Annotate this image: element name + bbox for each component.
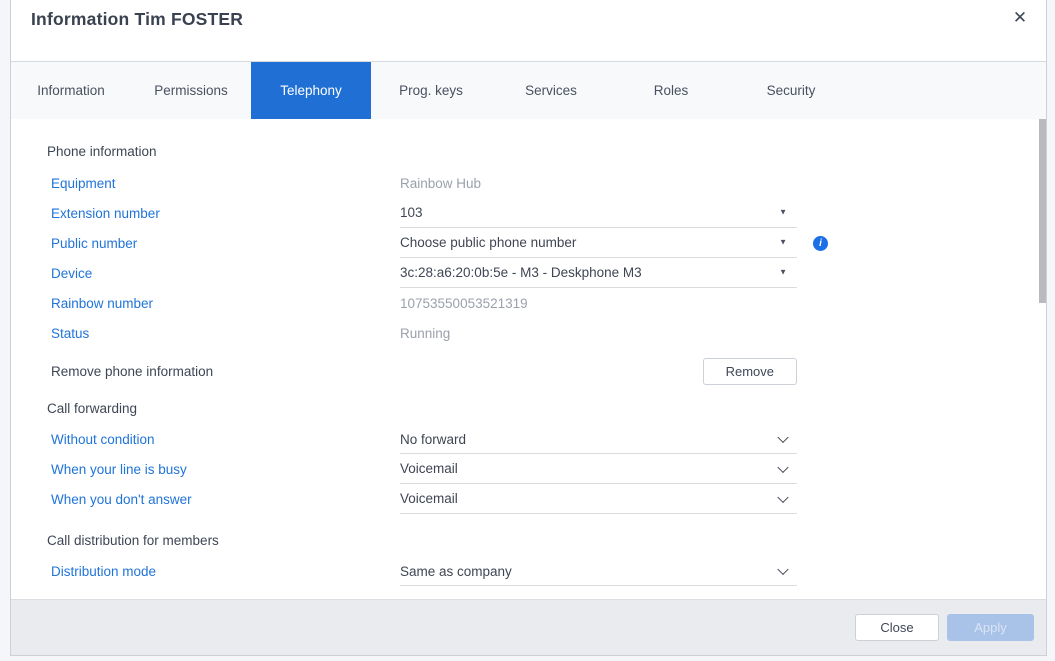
line-busy-select[interactable]: Voicemail: [400, 454, 797, 484]
distribution-mode-value: Same as company: [400, 564, 512, 579]
extension-number-row: Extension number 103 ▼: [47, 198, 1046, 228]
without-condition-select[interactable]: No forward: [400, 425, 797, 454]
distribution-mode-select[interactable]: Same as company: [400, 557, 797, 586]
telephony-panel: Phone information Equipment Rainbow Hub …: [11, 119, 1046, 599]
public-number-label: Public number: [47, 236, 400, 251]
rainbow-number-value: 10753550053521319: [400, 288, 797, 318]
no-answer-row: When you don't answer Voicemail: [47, 484, 1046, 514]
apply-button[interactable]: Apply: [947, 614, 1034, 641]
chevron-down-icon: [777, 432, 788, 443]
dropdown-triangle-icon: ▼: [779, 268, 787, 276]
chevron-down-icon: [777, 461, 788, 472]
equipment-label: Equipment: [47, 176, 400, 191]
dropdown-triangle-icon: ▼: [779, 208, 787, 216]
equipment-value: Rainbow Hub: [400, 168, 797, 198]
close-button[interactable]: Close: [855, 614, 939, 641]
no-answer-value: Voicemail: [400, 491, 458, 506]
section-title-phone-information: Phone information: [47, 144, 1046, 159]
tab-telephony[interactable]: Telephony: [251, 62, 371, 119]
rainbow-number-label: Rainbow number: [47, 296, 400, 311]
line-busy-label: When your line is busy: [47, 462, 400, 477]
user-information-modal: Information Tim FOSTER ✕ Information Per…: [10, 0, 1047, 656]
remove-button[interactable]: Remove: [703, 358, 797, 385]
tab-permissions[interactable]: Permissions: [131, 62, 251, 119]
tab-information[interactable]: Information: [11, 62, 131, 119]
line-busy-value: Voicemail: [400, 461, 458, 476]
no-answer-select[interactable]: Voicemail: [400, 484, 797, 514]
info-icon[interactable]: i: [813, 236, 828, 251]
distribution-mode-row: Distribution mode Same as company: [47, 557, 1046, 586]
device-label: Device: [47, 266, 400, 281]
remove-button-cell: Remove: [400, 355, 797, 387]
tab-roles[interactable]: Roles: [611, 62, 731, 119]
extension-number-select[interactable]: 103 ▼: [400, 198, 797, 228]
status-label: Status: [47, 326, 400, 341]
tab-services[interactable]: Services: [491, 62, 611, 119]
public-number-value: Choose public phone number: [400, 235, 576, 250]
status-value: Running: [400, 318, 797, 348]
extension-number-label: Extension number: [47, 206, 400, 221]
device-value: 3c:28:a6:20:0b:5e - M3 - Deskphone M3: [400, 265, 642, 280]
distribution-mode-label: Distribution mode: [47, 564, 400, 579]
section-title-call-distribution: Call distribution for members: [47, 533, 1046, 548]
close-icon[interactable]: ✕: [1009, 7, 1031, 29]
chevron-down-icon: [777, 564, 788, 575]
equipment-row: Equipment Rainbow Hub: [47, 168, 1046, 198]
modal-footer: Close Apply: [11, 599, 1046, 655]
device-select[interactable]: 3c:28:a6:20:0b:5e - M3 - Deskphone M3 ▼: [400, 258, 797, 288]
tab-bar: Information Permissions Telephony Prog. …: [11, 61, 1046, 119]
without-condition-row: Without condition No forward: [47, 425, 1046, 454]
extension-number-value: 103: [400, 205, 423, 220]
chevron-down-icon: [777, 491, 788, 502]
rainbow-number-row: Rainbow number 10753550053521319: [47, 288, 1046, 318]
without-condition-value: No forward: [400, 432, 466, 447]
section-title-call-forwarding: Call forwarding: [47, 401, 1046, 416]
remove-phone-information-label: Remove phone information: [47, 364, 400, 379]
public-number-row: Public number Choose public phone number…: [47, 228, 1046, 258]
tab-prog-keys[interactable]: Prog. keys: [371, 62, 491, 119]
tab-security[interactable]: Security: [731, 62, 851, 119]
remove-phone-information-row: Remove phone information Remove: [47, 355, 1046, 387]
status-row: Status Running: [47, 318, 1046, 348]
modal-header: Information Tim FOSTER ✕: [11, 0, 1046, 61]
public-number-select[interactable]: Choose public phone number ▼: [400, 228, 797, 258]
line-busy-row: When your line is busy Voicemail: [47, 454, 1046, 484]
scrollbar-thumb[interactable]: [1039, 119, 1046, 303]
no-answer-label: When you don't answer: [47, 492, 400, 507]
dropdown-triangle-icon: ▼: [779, 238, 787, 246]
without-condition-label: Without condition: [47, 432, 400, 447]
device-row: Device 3c:28:a6:20:0b:5e - M3 - Deskphon…: [47, 258, 1046, 288]
modal-title: Information Tim FOSTER: [31, 9, 243, 30]
